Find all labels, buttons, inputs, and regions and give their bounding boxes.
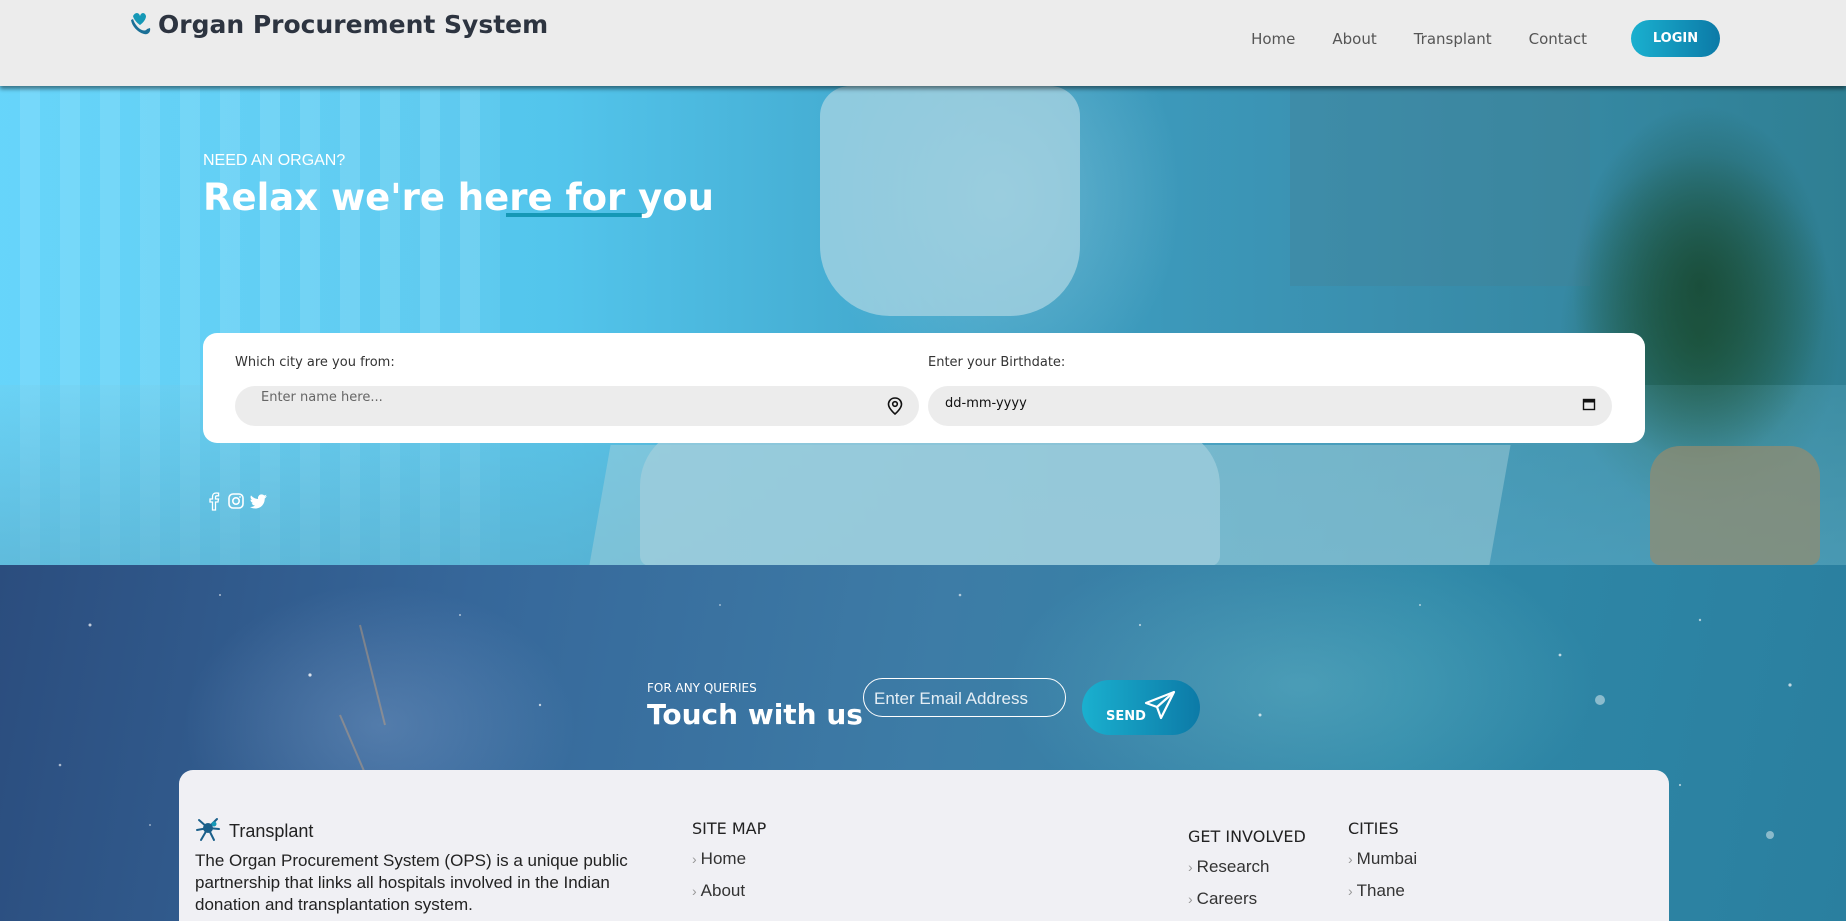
get-involved-title: GET INVOLVED bbox=[1188, 827, 1306, 846]
instagram-icon[interactable] bbox=[227, 491, 245, 516]
hero-background-person bbox=[820, 86, 1080, 316]
footer-link-label: Research bbox=[1196, 857, 1270, 876]
login-button[interactable]: LOGIN bbox=[1631, 20, 1720, 57]
transplant-logo-icon bbox=[195, 816, 221, 847]
send-label: SEND bbox=[1106, 709, 1146, 724]
footer-link-careers[interactable]: › Careers bbox=[1188, 889, 1306, 921]
footer-cities: CITIES › Mumbai › Thane bbox=[1348, 819, 1417, 913]
footer-link-about[interactable]: › About bbox=[692, 881, 766, 913]
city-placeholder: Enter name here... bbox=[261, 390, 383, 405]
footer-link-label: About bbox=[700, 881, 746, 900]
social-links bbox=[205, 491, 269, 516]
facebook-icon[interactable] bbox=[205, 491, 223, 516]
chevron-right-icon: › bbox=[692, 851, 697, 867]
hero-eyebrow: NEED AN ORGAN? bbox=[203, 152, 346, 169]
chevron-right-icon: › bbox=[1188, 891, 1193, 907]
hero-background-person-legs bbox=[640, 426, 1220, 565]
hero-banner: NEED AN ORGAN? Relax we're here for you … bbox=[0, 86, 1846, 565]
query-title: Touch with us bbox=[647, 698, 863, 731]
footer-brand-name: Transplant bbox=[229, 821, 314, 841]
nav-contact[interactable]: Contact bbox=[1529, 30, 1587, 48]
footer-get-involved: GET INVOLVED › Research › Careers bbox=[1188, 827, 1306, 921]
footer-link-label: Mumbai bbox=[1356, 849, 1418, 868]
footer-link-label: Home bbox=[700, 849, 747, 868]
email-input[interactable]: Enter Email Address bbox=[863, 678, 1066, 717]
brand[interactable]: Organ Procurement System bbox=[128, 8, 548, 41]
footer-card: Transplant The Organ Procurement System … bbox=[179, 770, 1669, 921]
footer-link-mumbai[interactable]: › Mumbai bbox=[1348, 849, 1417, 881]
paper-plane-icon bbox=[1144, 690, 1176, 723]
query-eyebrow: FOR ANY QUERIES bbox=[647, 681, 757, 695]
cities-title: CITIES bbox=[1348, 819, 1399, 838]
city-input[interactable]: Enter name here... bbox=[235, 386, 919, 426]
footer-description: The Organ Procurement System (OPS) is a … bbox=[195, 851, 628, 914]
nav-transplant[interactable]: Transplant bbox=[1414, 30, 1492, 48]
location-pin-icon bbox=[887, 397, 903, 420]
main-nav: Home About Transplant Contact LOGIN bbox=[1251, 20, 1720, 57]
twitter-icon[interactable] bbox=[249, 491, 269, 516]
calendar-icon[interactable] bbox=[1582, 397, 1596, 416]
hand-heart-logo-icon bbox=[128, 8, 154, 41]
city-label: Which city are you from: bbox=[235, 355, 395, 370]
top-header: Organ Procurement System Home About Tran… bbox=[0, 0, 1846, 86]
chevron-right-icon: › bbox=[692, 883, 697, 899]
footer-link-label: Thane bbox=[1356, 881, 1405, 900]
chevron-right-icon: › bbox=[1348, 883, 1353, 899]
footer-sitemap: SITE MAP › Home › About bbox=[692, 819, 766, 913]
footer-link-research[interactable]: › Research bbox=[1188, 857, 1306, 889]
birthdate-value: dd-mm-yyyy bbox=[945, 396, 1027, 411]
search-card: Which city are you from: Enter your Birt… bbox=[203, 333, 1645, 443]
nav-about[interactable]: About bbox=[1332, 30, 1376, 48]
chevron-right-icon: › bbox=[1188, 859, 1193, 875]
footer-link-thane[interactable]: › Thane bbox=[1348, 881, 1417, 913]
footer-link-label: Careers bbox=[1196, 889, 1258, 908]
email-placeholder: Enter Email Address bbox=[874, 689, 1029, 708]
hero-background-pot bbox=[1650, 446, 1820, 565]
footer-brand[interactable]: Transplant bbox=[195, 816, 313, 847]
send-button[interactable]: SEND bbox=[1082, 680, 1200, 735]
nav-home[interactable]: Home bbox=[1251, 30, 1295, 48]
footer-link-home[interactable]: › Home bbox=[692, 849, 766, 881]
site-title: Organ Procurement System bbox=[158, 10, 549, 39]
chevron-right-icon: › bbox=[1348, 851, 1353, 867]
sitemap-title: SITE MAP bbox=[692, 819, 767, 838]
birthdate-label: Enter your Birthdate: bbox=[928, 355, 1066, 370]
birthdate-input[interactable]: dd-mm-yyyy bbox=[928, 386, 1612, 426]
hero-title: Relax we're here for you bbox=[203, 176, 714, 219]
